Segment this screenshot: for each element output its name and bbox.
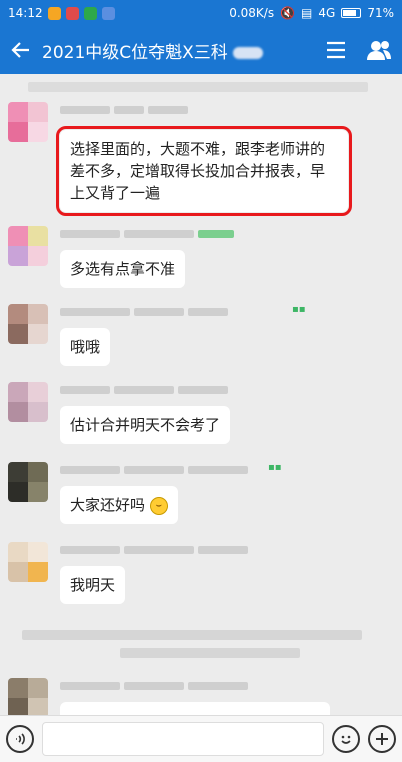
chat-title: 2021中级C位夺魁X三科: [42, 38, 316, 63]
sender-name-redacted: [60, 544, 290, 556]
title-bar: 2021中级C位夺魁X三科: [0, 26, 402, 74]
avatar[interactable]: [8, 102, 48, 142]
avatar[interactable]: [8, 678, 48, 715]
sender-name-redacted: [60, 464, 290, 476]
back-arrow-icon[interactable]: [0, 26, 42, 74]
sender-name-redacted: [60, 104, 290, 116]
message-bubble[interactable]: 估计合并明天不会考了: [60, 406, 231, 444]
message-bubble[interactable]: 多选有点拿不准: [60, 250, 186, 288]
redacted-notice: [22, 630, 362, 640]
network-speed: 0.08K/s: [229, 6, 275, 20]
signal-icon: ▤: [301, 6, 313, 20]
voice-icon[interactable]: [6, 725, 34, 753]
message-bubble[interactable]: 选择里面的，大题不难，跟李老师讲的差不多，定增取得长投加合并报表，早上又背了一遍: [56, 126, 352, 216]
app-notification-icon: [65, 6, 79, 20]
status-bar: 14:12 0.08K/s 🔇 ▤ 4G 71%: [0, 0, 402, 26]
network-type: 4G: [318, 6, 336, 20]
chat-messages[interactable]: 选择里面的，大题不难，跟李老师讲的差不多，定增取得长投加合并报表，早上又背了一遍…: [0, 74, 402, 715]
avatar[interactable]: [8, 542, 48, 582]
group-members-icon[interactable]: [356, 39, 402, 61]
battery-icon: [341, 8, 362, 18]
tag-redacted: ▪▪: [268, 462, 282, 473]
app-notification-icon: [101, 6, 115, 20]
redacted-notice: [120, 648, 300, 658]
status-time: 14:12: [8, 6, 43, 20]
app-notification-icon: [47, 6, 61, 20]
message-bubble[interactable]: 大家还好吗 ⌣: [60, 486, 178, 524]
avatar[interactable]: [8, 226, 48, 266]
grin-emoji-icon: ⌣: [149, 496, 168, 515]
sender-name-redacted: [60, 306, 290, 318]
mute-icon: 🔇: [280, 6, 296, 20]
avatar[interactable]: [8, 304, 48, 344]
message-bubble[interactable]: 我明天: [60, 566, 126, 604]
input-bar: [0, 715, 402, 762]
message-input[interactable]: [42, 722, 324, 756]
avatar[interactable]: [8, 382, 48, 422]
sender-name-redacted: [60, 384, 290, 396]
battery-level: 71%: [367, 6, 394, 20]
emoji-icon[interactable]: [332, 725, 360, 753]
sender-name-redacted: [60, 680, 290, 692]
message-bubble[interactable]: 哦哦: [60, 328, 111, 366]
chat-title-text: 2021中级C位夺魁X三科: [42, 42, 228, 63]
avatar[interactable]: [8, 462, 48, 502]
redacted-notice: [28, 78, 368, 94]
sender-name-redacted: [60, 228, 290, 240]
message-text: 大家还好吗: [70, 496, 146, 514]
app-notification-icon: [83, 6, 97, 20]
plus-icon[interactable]: [368, 725, 396, 753]
tag-redacted: ▪▪: [292, 304, 306, 315]
title-redacted: [233, 46, 264, 59]
menu-icon[interactable]: [316, 41, 356, 59]
message-bubble-partial[interactable]: [60, 702, 330, 715]
